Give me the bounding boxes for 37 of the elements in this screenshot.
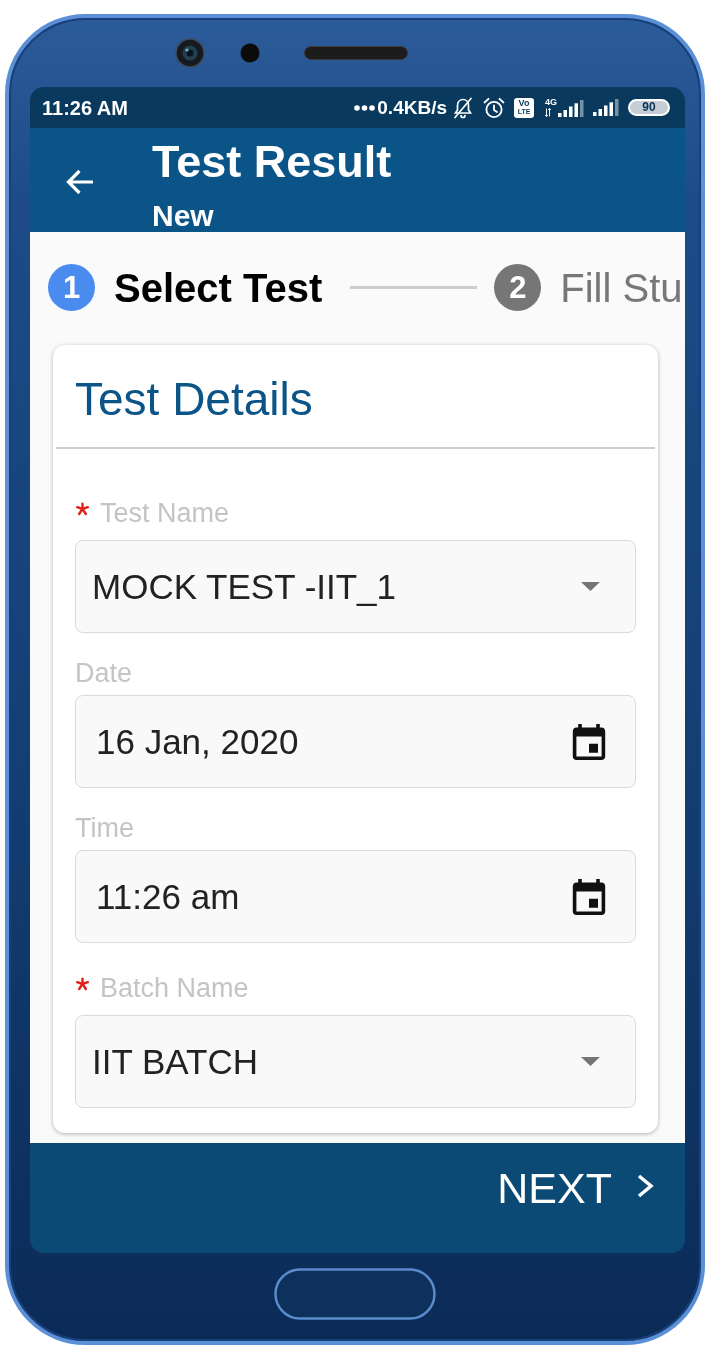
battery-indicator: 90 [628, 99, 670, 116]
picker-field[interactable]: 11:26 am [75, 850, 636, 943]
alarm-clock-icon [483, 96, 505, 119]
dropdown-field[interactable]: MOCK TEST -IIT_1 [75, 540, 636, 633]
back-button[interactable] [65, 168, 95, 196]
field-label: Date [75, 657, 133, 689]
more-dots-icon [354, 104, 376, 111]
step-label: Select Test [114, 264, 323, 312]
field-label: Test Name [100, 497, 230, 529]
network-type-label: 4G [545, 98, 557, 107]
picker-field[interactable]: 16 Jan, 2020 [75, 695, 636, 788]
next-button[interactable]: NEXT [497, 1164, 655, 1212]
caret-down-icon [581, 582, 600, 591]
speaker-grille-icon [304, 45, 408, 60]
sensor-dot-icon [240, 42, 260, 63]
page-subtitle: New [152, 201, 214, 231]
field-label: Batch Name [100, 972, 249, 1004]
dropdown-field[interactable]: IIT BATCH [75, 1015, 636, 1108]
step-number: 2 [494, 264, 542, 311]
calendar-icon [571, 878, 607, 915]
calendar-icon [571, 723, 607, 760]
home-button-icon [274, 1268, 436, 1320]
bell-off-icon [453, 96, 473, 119]
step-label: Fill Stu [560, 264, 683, 312]
network-speed: 0.4KB/s [377, 95, 447, 120]
card-title: Test Details [75, 372, 313, 427]
field-label: Time [75, 812, 134, 844]
signal-bars-icon [593, 99, 619, 116]
status-time: 11:26 AM [42, 95, 128, 120]
chevron-right-icon [636, 1172, 655, 1199]
signal-bars-icon [558, 100, 584, 117]
camera-lens-icon [175, 37, 205, 68]
caret-down-icon [581, 1057, 600, 1066]
step-number: 1 [48, 264, 95, 311]
data-arrows-icon [545, 108, 551, 117]
arrow-left-icon [65, 168, 95, 196]
page-title: Test Result [152, 137, 392, 187]
